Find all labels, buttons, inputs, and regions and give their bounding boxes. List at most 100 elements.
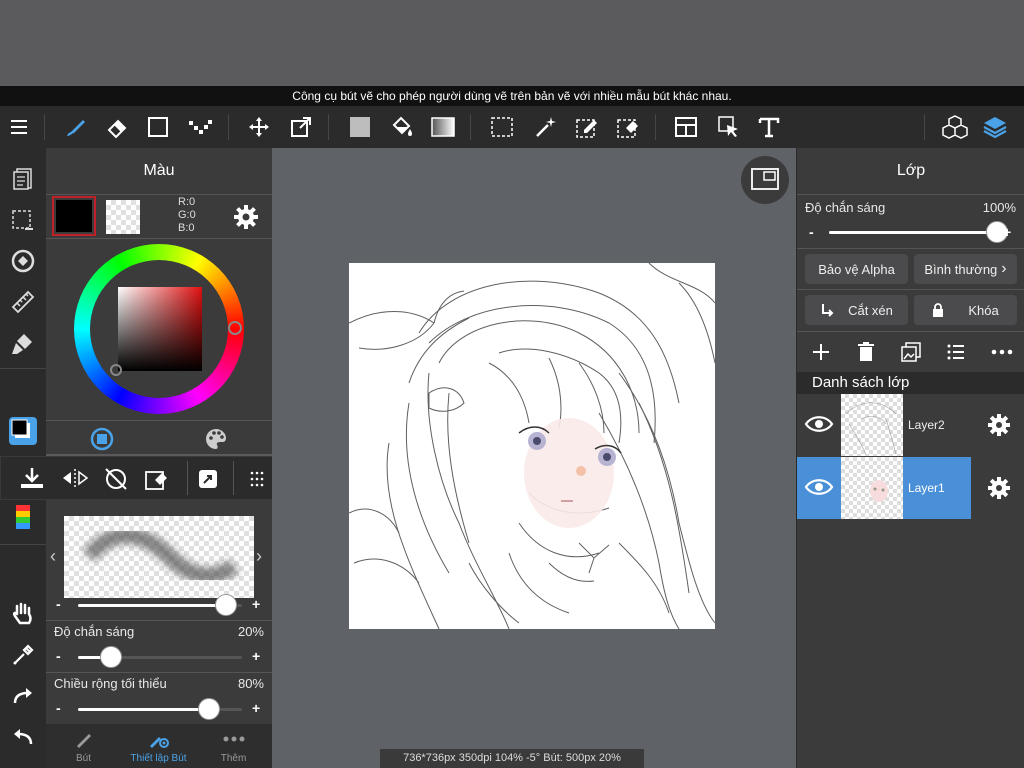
opacity-slider-knob[interactable] xyxy=(99,646,122,668)
trash-icon[interactable] xyxy=(857,342,875,367)
clip-label: Cắt xén xyxy=(848,302,893,318)
rectangle-icon[interactable] xyxy=(140,106,176,148)
alpha-protect-button[interactable]: Bảo vệ Alpha xyxy=(805,254,908,284)
move-icon[interactable] xyxy=(241,106,277,148)
layer-settings-gear-icon[interactable] xyxy=(987,413,1011,437)
strip-divider xyxy=(233,461,234,495)
magic-wand-icon[interactable] xyxy=(528,106,564,148)
layer-list-title: Danh sách lớp xyxy=(797,372,1024,394)
eye-icon[interactable] xyxy=(804,477,834,497)
brush-bottom-tabs: Bút Thiết lập Bút Thêm xyxy=(46,724,272,768)
tab-brush-settings[interactable]: Thiết lập Bút xyxy=(121,724,196,768)
layer-opacity-plus[interactable]: + xyxy=(1003,224,1011,240)
min-width-plus[interactable]: + xyxy=(252,700,260,716)
eyedropper-icon[interactable] xyxy=(4,638,42,672)
pages-icon[interactable] xyxy=(4,162,42,196)
toolbar-divider xyxy=(655,114,656,140)
prev-brush-arrow[interactable]: ‹ xyxy=(50,546,56,567)
gear-icon[interactable] xyxy=(233,204,259,235)
layers-panel-title: Lớp xyxy=(896,162,926,179)
flip-icon[interactable] xyxy=(61,468,89,493)
ruler-icon[interactable] xyxy=(4,285,42,319)
sv-marker[interactable] xyxy=(110,364,122,376)
rgb-g: G:0 xyxy=(178,209,196,221)
panel-divider xyxy=(46,672,272,673)
select-rect-icon[interactable] xyxy=(484,106,520,148)
layer-opacity-slider[interactable] xyxy=(829,231,997,234)
grid-dots-icon[interactable] xyxy=(249,470,265,493)
layer-thumbnail xyxy=(841,394,903,456)
color-bar-icon[interactable] xyxy=(4,500,42,534)
select-arrow-icon[interactable] xyxy=(711,106,747,148)
layout-icon[interactable] xyxy=(668,106,704,148)
layer-row-layer1[interactable]: Layer1 xyxy=(797,457,1024,519)
canvas-fit-button[interactable] xyxy=(741,156,789,204)
opacity-value: 20% xyxy=(237,624,264,639)
top-blank-area xyxy=(0,0,1024,86)
select-pen-icon[interactable] xyxy=(569,106,605,148)
size-minus[interactable]: - xyxy=(56,596,61,612)
layer-settings-gear-icon[interactable] xyxy=(987,476,1011,500)
tab-more-label: Thêm xyxy=(220,753,247,764)
eye-icon[interactable] xyxy=(804,414,834,434)
edit-eraser-icon[interactable] xyxy=(144,467,170,496)
layer-name: Layer2 xyxy=(908,418,945,432)
hue-marker[interactable] xyxy=(228,321,242,335)
layer-opacity-minus[interactable]: - xyxy=(809,224,814,240)
panel-divider xyxy=(797,248,1024,249)
layer-row-layer2[interactable]: Layer2 xyxy=(797,394,1024,456)
primary-color-swatch[interactable] xyxy=(52,196,96,236)
palette-icon[interactable] xyxy=(204,427,228,456)
size-slider-knob[interactable] xyxy=(214,594,237,616)
size-plus[interactable]: + xyxy=(252,596,260,612)
add-layer-icon[interactable] xyxy=(811,342,831,367)
3d-icon[interactable] xyxy=(937,106,973,148)
dot-pen-icon[interactable] xyxy=(182,106,218,148)
redo-icon[interactable] xyxy=(4,679,42,713)
color-wheel-mode-icon[interactable] xyxy=(90,427,114,456)
drawing-canvas[interactable] xyxy=(349,263,715,629)
fill-color-icon[interactable] xyxy=(342,106,378,148)
rotate-lock-icon[interactable] xyxy=(103,466,129,497)
strip-divider xyxy=(187,461,188,495)
hand-icon[interactable] xyxy=(4,596,42,630)
tab-brush[interactable]: Bút xyxy=(46,724,121,768)
tab-brush-label: Bút xyxy=(75,753,91,764)
select-eraser-icon[interactable] xyxy=(610,106,646,148)
layer-list-icon[interactable] xyxy=(947,344,965,365)
add-image-icon[interactable] xyxy=(901,342,921,367)
color-swatch-icon[interactable] xyxy=(4,414,42,448)
undo-icon[interactable] xyxy=(4,720,42,754)
text-icon[interactable] xyxy=(751,106,787,148)
opacity-minus[interactable]: - xyxy=(56,648,61,664)
brush-icon[interactable] xyxy=(58,106,94,148)
rotate-view-icon[interactable] xyxy=(4,244,42,278)
lock-button[interactable]: Khóa xyxy=(914,295,1017,325)
download-icon[interactable] xyxy=(19,466,45,495)
eraser-icon[interactable] xyxy=(99,106,135,148)
tab-brush-settings-label: Thiết lập Bút xyxy=(130,753,187,764)
layers-icon[interactable] xyxy=(977,106,1013,148)
clip-button[interactable]: Cắt xén xyxy=(805,295,908,325)
selection-icon[interactable] xyxy=(4,203,42,237)
min-width-minus[interactable]: - xyxy=(56,700,61,716)
brush-quick-toolbar xyxy=(0,456,278,500)
bucket-icon[interactable] xyxy=(384,106,420,148)
saturation-value-square[interactable] xyxy=(118,287,202,371)
toolbar-divider xyxy=(328,114,329,140)
gradient-icon[interactable] xyxy=(425,106,461,148)
menu-icon[interactable] xyxy=(2,106,38,148)
blend-mode-button[interactable]: Bình thường › xyxy=(914,254,1017,284)
share-icon[interactable] xyxy=(197,468,219,495)
tab-more[interactable]: Thêm xyxy=(196,724,271,768)
secondary-color-swatch[interactable] xyxy=(106,200,140,234)
more-icon[interactable] xyxy=(991,342,1013,367)
next-brush-arrow[interactable]: › xyxy=(256,546,262,567)
status-bar: 736*736px 350dpi 104% -5° Bút: 500px 20% xyxy=(380,749,644,768)
opacity-plus[interactable]: + xyxy=(252,648,260,664)
min-width-slider-knob[interactable] xyxy=(198,698,221,720)
brush-settings-icon[interactable] xyxy=(4,326,42,360)
canvas-area[interactable]: 736*736px 350dpi 104% -5° Bút: 500px 20% xyxy=(272,148,796,768)
transform-icon[interactable] xyxy=(283,106,319,148)
chevron-right-icon: › xyxy=(1001,260,1007,277)
